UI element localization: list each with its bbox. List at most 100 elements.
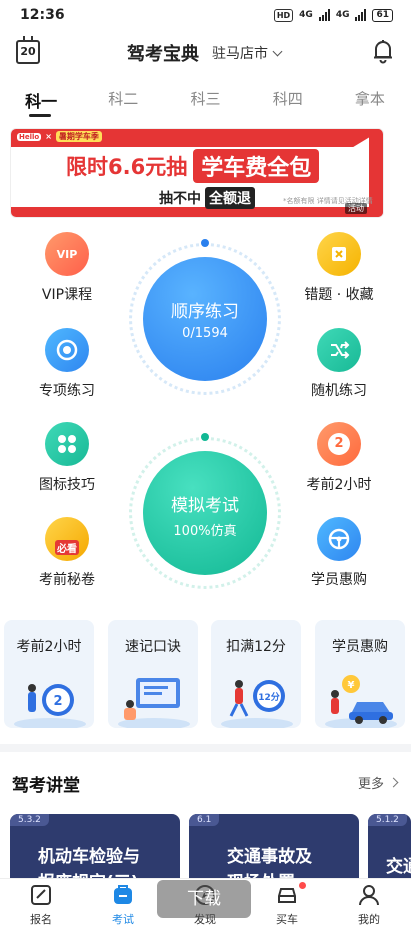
banner-logo: Hello xyxy=(17,132,42,141)
stopwatch-icon: 2 xyxy=(317,422,361,466)
banner-cross: × xyxy=(45,132,52,141)
stopwatch-illustration-icon: 2 xyxy=(14,684,86,728)
sign-tips-button[interactable]: 图标技巧 xyxy=(17,422,117,494)
target-icon xyxy=(45,328,89,372)
app-header: 20 驾考宝典 驻马店市 xyxy=(0,34,411,72)
tab-subject-3[interactable]: 科三 xyxy=(164,84,246,120)
nav-profile[interactable]: 我的 xyxy=(328,879,410,928)
shuffle-glyph xyxy=(331,341,350,359)
status-time: 12:36 xyxy=(20,7,65,23)
calendar-icon[interactable]: 20 xyxy=(16,36,40,64)
card-last-2-hours[interactable]: 考前2小时 2 xyxy=(4,620,94,728)
steering-glyph xyxy=(328,528,350,550)
vip-course-button[interactable]: VIP VIP课程 xyxy=(17,232,117,304)
checklist-icon: 必看 xyxy=(45,517,89,561)
lecture-title: 机动车检验与 报废规定(三) xyxy=(38,844,140,878)
last-2-hours-button[interactable]: 2 考前2小时 xyxy=(289,422,389,494)
lecture-card[interactable]: 5.1.2 交通 xyxy=(368,814,411,878)
random-practice-button[interactable]: 随机练习 xyxy=(289,328,389,400)
tab-subject-1[interactable]: 科一 xyxy=(0,84,82,120)
card-12-points[interactable]: 扣满12分 12分 xyxy=(211,620,301,728)
mock-dot xyxy=(201,433,209,441)
banner-headline: 限时6.6元抽 学车费全包 xyxy=(66,149,320,183)
secret-paper-label: 考前秘卷 xyxy=(39,572,95,588)
card-title: 扣满12分 xyxy=(226,639,286,655)
more-label: 更多 xyxy=(357,777,384,792)
card-badge: 12分 xyxy=(258,691,280,703)
mock-exam-button[interactable]: 模拟考试 100%仿真 xyxy=(129,433,281,589)
banner-tag: Hello × 暑期学车季 xyxy=(17,131,102,142)
shuffle-icon xyxy=(317,328,361,372)
notification-dot xyxy=(299,882,306,889)
network-label-1: 4G xyxy=(299,10,313,20)
special-practice-button[interactable]: 专项练习 xyxy=(17,328,117,400)
special-practice-label: 专项练习 xyxy=(39,383,95,399)
card-mnemonics[interactable]: 速记口诀 xyxy=(108,620,198,728)
banner-season: 暑期学车季 xyxy=(55,131,102,142)
nav-buy-car-label: 买车 xyxy=(276,913,298,926)
lecture-code: 6.1 xyxy=(189,814,220,826)
nav-exam-label: 考试 xyxy=(112,913,134,926)
laptop-illustration-icon xyxy=(118,678,190,728)
lecture-code: 5.3.2 xyxy=(10,814,49,826)
nav-signup-label: 报名 xyxy=(30,913,52,926)
card-badge: ¥ xyxy=(348,680,355,691)
car-icon xyxy=(278,888,296,903)
download-button[interactable]: 下载 xyxy=(157,880,251,918)
vip-badge: VIP xyxy=(56,247,78,261)
banner-sub-box: 全额退 xyxy=(205,187,255,209)
lecture-card[interactable]: 5.3.2 机动车检验与 报废规定(三) xyxy=(10,814,180,878)
deduction-illustration-icon: 12分 xyxy=(221,680,293,728)
lecture-card[interactable]: 6.1 交通事故及 现场处置 xyxy=(189,814,359,878)
battery-icon: 61 xyxy=(372,8,393,22)
chevron-down-icon xyxy=(272,46,283,56)
city-selector[interactable]: 驻马店市 xyxy=(212,43,283,63)
grid-icon xyxy=(45,422,89,466)
city-label: 驻马店市 xyxy=(212,46,268,62)
sequential-ring xyxy=(129,243,281,395)
last-2-hours-label: 考前2小时 xyxy=(306,477,372,493)
lecture-title-line1: 交通 xyxy=(386,857,411,877)
tab-subject-4[interactable]: 科四 xyxy=(247,84,329,120)
lecture-title-line2: 报废规定(三) xyxy=(38,870,140,878)
hd-badge: HD xyxy=(273,8,294,22)
secret-badge: 必看 xyxy=(55,539,79,555)
promo-banner[interactable]: Hello × 暑期学车季 限时6.6元抽 学车费全包 抽不中 全额退 *名额有… xyxy=(10,128,384,218)
bell-icon[interactable] xyxy=(371,38,395,64)
nav-buy-car[interactable]: 买车 xyxy=(246,879,328,928)
banner-highlight: 学车费全包 xyxy=(193,149,320,183)
tab-subject-2[interactable]: 科二 xyxy=(82,84,164,120)
grid-glyph xyxy=(58,435,76,453)
card-title: 考前2小时 xyxy=(16,639,82,655)
lecture-code: 5.1.2 xyxy=(368,814,407,826)
tab-get-license[interactable]: 拿本 xyxy=(329,84,411,120)
card-student-deals[interactable]: 学员惠购 ¥ xyxy=(315,620,405,728)
signal-icon-2 xyxy=(355,9,367,21)
lecture-title: 交通 xyxy=(386,854,411,878)
banner-subline: 抽不中 全额退 xyxy=(159,187,255,209)
feature-cards: 考前2小时 2 速记口诀 扣满12分 12分 学员惠购 ¥ xyxy=(4,620,411,728)
card-title: 速记口诀 xyxy=(125,639,181,655)
sign-tips-label: 图标技巧 xyxy=(39,477,95,493)
nav-exam[interactable]: 考试 xyxy=(82,879,164,928)
mock-ring xyxy=(129,437,281,589)
banner-sub-lead: 抽不中 xyxy=(159,191,201,207)
mistake-book-icon xyxy=(317,232,361,276)
mistakes-favorites-button[interactable]: 错题 · 收藏 xyxy=(289,232,389,304)
vip-icon: VIP xyxy=(45,232,89,276)
status-icons: HD 4G 4G 61 xyxy=(273,8,393,22)
nav-signup[interactable]: 报名 xyxy=(0,879,82,928)
steering-wheel-icon xyxy=(317,517,361,561)
secret-paper-button[interactable]: 必看 考前秘卷 xyxy=(17,517,117,589)
more-link[interactable]: 更多 xyxy=(357,773,399,792)
sequential-dot xyxy=(201,239,209,247)
chevron-right-icon xyxy=(388,777,399,788)
student-deals-button[interactable]: 学员惠购 xyxy=(289,517,389,589)
stopwatch-badge: 2 xyxy=(328,433,350,455)
banner-lead: 限时6.6元抽 xyxy=(66,155,188,179)
sequential-practice-button[interactable]: 顺序练习 0/1594 xyxy=(129,239,281,395)
subject-tabs: 科一 科二 科三 科四 拿本 xyxy=(0,84,411,120)
signup-icon xyxy=(31,885,51,905)
status-bar: 12:36 HD 4G 4G 61 xyxy=(0,0,411,30)
lecture-section-title: 驾考讲堂 xyxy=(12,776,80,796)
